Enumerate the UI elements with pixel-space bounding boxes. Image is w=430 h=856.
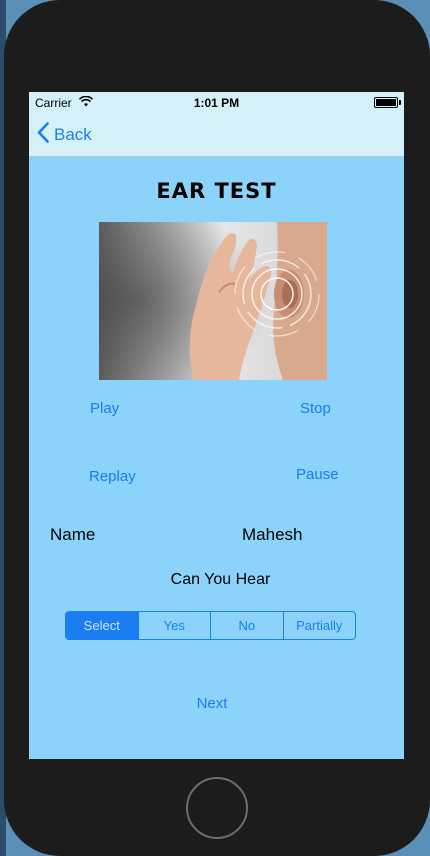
ear-listening-image	[99, 222, 327, 380]
segment-partially[interactable]: Partially	[282, 612, 356, 639]
next-button[interactable]: Next	[29, 695, 395, 712]
page-title: EAR TEST	[156, 179, 277, 203]
segment-yes[interactable]: Yes	[137, 612, 211, 639]
question-label: Can You Hear	[170, 571, 271, 588]
clock: 1:01 PM	[193, 96, 240, 110]
replay-button[interactable]: Replay	[89, 468, 136, 485]
segment-select[interactable]: Select	[66, 612, 138, 639]
stop-button[interactable]: Stop	[300, 400, 331, 417]
name-label: Name	[50, 525, 96, 544]
chevron-left-icon	[37, 122, 54, 148]
app-screen: Carrier 1:01 PM Back EAR TEST Play Stop …	[29, 92, 404, 759]
hearing-response-segmented-control: Select Yes No Partially	[65, 611, 356, 640]
play-button[interactable]: Play	[90, 400, 119, 417]
home-button[interactable]	[186, 777, 248, 839]
status-bar: Carrier 1:01 PM	[29, 92, 404, 112]
pause-button[interactable]: Pause	[296, 466, 339, 483]
battery-icon	[374, 97, 401, 108]
back-label: Back	[54, 125, 92, 144]
back-button[interactable]: Back	[37, 122, 92, 148]
segment-no[interactable]: No	[210, 612, 283, 639]
navigation-bar: Back	[29, 112, 404, 157]
name-value: Mahesh	[242, 525, 303, 544]
